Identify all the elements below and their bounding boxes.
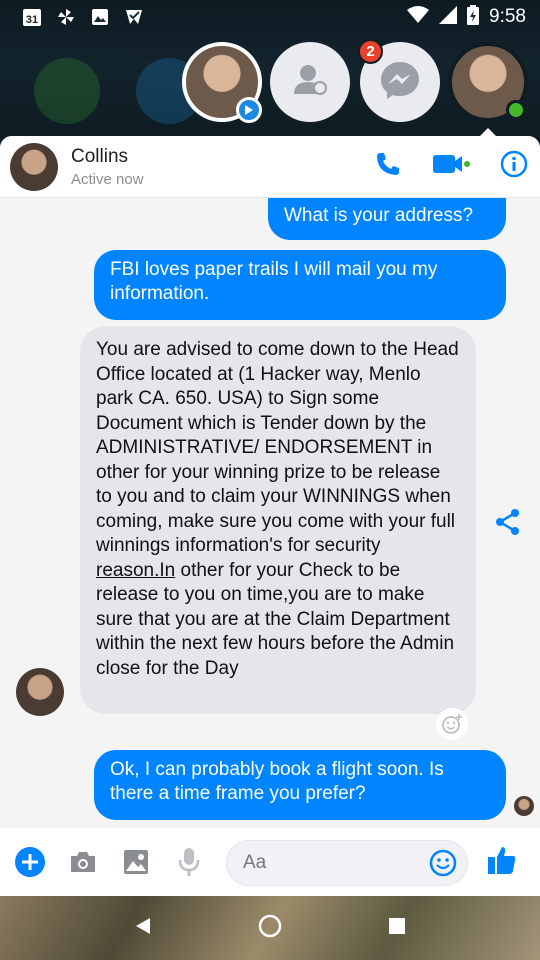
chathead-people[interactable] [270,42,350,122]
check-icon [124,7,144,27]
home-icon[interactable] [258,914,282,943]
calendar-icon: 31 [22,7,42,27]
play-icon [236,97,262,123]
hangouts-app-icon [34,58,100,124]
status-bar: 31 9:58 [0,0,540,34]
active-status-dot [506,100,526,120]
info-icon[interactable] [500,150,528,183]
seen-avatar [514,796,534,816]
active-status: Active now [71,170,144,188]
smiley-plus-icon [442,714,462,734]
add-reaction-button[interactable] [436,708,468,740]
messenger-icon [379,59,421,106]
composer-bar [0,828,540,896]
conversation-header: Collins Active now [0,136,540,198]
pinwheel-icon [56,7,76,27]
camera-icon[interactable] [65,844,101,880]
message-list[interactable]: What is your address? FBI loves paper tr… [0,198,540,828]
contact-name[interactable]: Collins [71,146,144,168]
unread-badge: 2 [358,39,383,64]
wifi-icon [407,5,430,29]
message-outgoing[interactable]: What is your address? [268,198,506,240]
emoji-icon[interactable] [429,849,457,883]
people-icon [290,60,330,105]
like-thumbs-up-icon[interactable] [486,844,518,881]
clock: 9:58 [489,6,526,27]
share-icon[interactable] [494,508,522,541]
back-icon[interactable] [133,916,153,941]
gallery-icon[interactable] [118,844,154,880]
message-link[interactable]: reason.In [96,560,175,581]
message-text-field[interactable] [243,852,403,874]
message-input[interactable] [226,840,468,886]
system-navigation-bar [0,896,540,960]
sender-avatar[interactable] [16,668,64,716]
svg-text:31: 31 [26,14,38,26]
message-outgoing[interactable]: FBI loves paper trails I will mail you m… [94,250,506,320]
recents-icon[interactable] [387,916,407,941]
conversation-panel: Collins Active now What is your address?… [0,136,540,896]
message-outgoing[interactable]: Ok, I can probably book a flight soon. I… [94,750,506,820]
microphone-icon[interactable] [171,844,207,880]
avatar[interactable] [10,142,58,191]
battery-icon [467,4,480,30]
message-incoming[interactable]: You are advised to come down to the Head… [80,326,476,714]
phone-call-icon[interactable] [374,150,402,183]
video-call-icon[interactable] [432,152,470,181]
plus-icon[interactable] [12,844,48,880]
signal-icon [439,5,458,29]
photo-icon [90,7,110,27]
